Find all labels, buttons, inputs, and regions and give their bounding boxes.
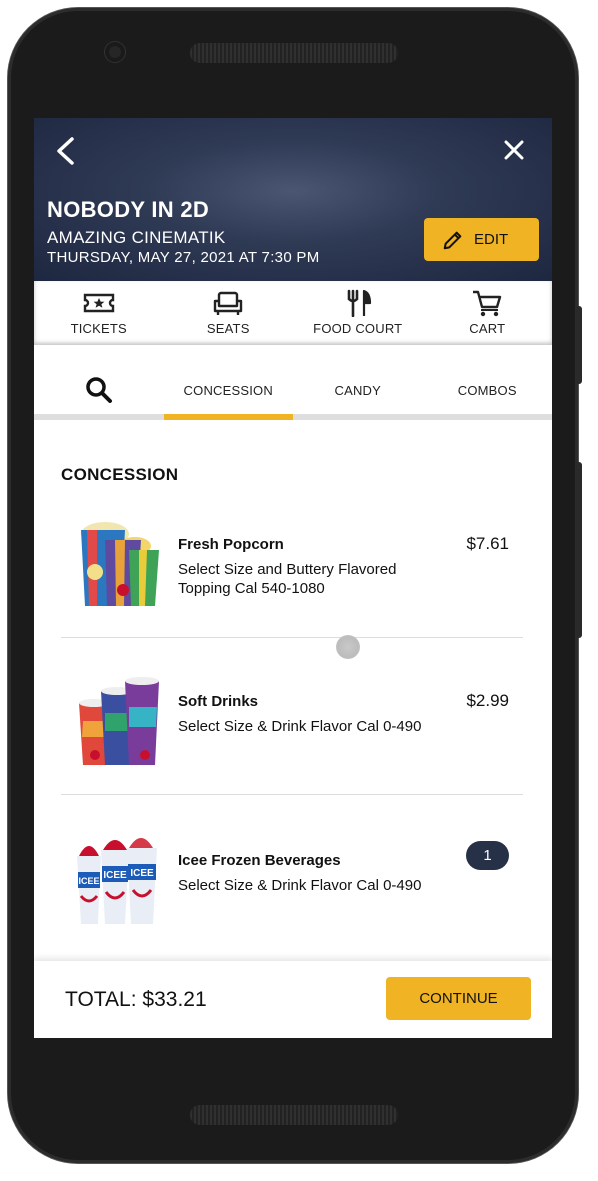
tab-combos[interactable]: COMBOS <box>423 360 553 420</box>
quantity-badge: 1 <box>466 841 509 870</box>
volume-button <box>576 462 582 638</box>
showtime: THURSDAY, MAY 27, 2021 AT 7:30 PM <box>47 249 320 266</box>
icee-image: ICEE ICEE ICEE <box>77 838 157 924</box>
sofa-icon <box>214 291 243 315</box>
item-name: Soft Drinks <box>178 693 259 710</box>
power-button <box>576 306 582 384</box>
chevron-left-icon[interactable] <box>52 136 78 166</box>
tab-search[interactable] <box>34 360 164 420</box>
menu-item-soft-drinks[interactable]: Soft Drinks Select Size & Drink Flavor C… <box>61 677 523 817</box>
step-label: TICKETS <box>70 321 127 336</box>
item-divider <box>61 794 523 795</box>
step-label: CART <box>469 321 506 336</box>
step-label: SEATS <box>206 321 250 336</box>
continue-button[interactable]: CONTINUE <box>386 977 531 1020</box>
item-price: $2.99 <box>466 691 509 710</box>
pencil-icon <box>443 231 462 249</box>
movie-title: NOBODY IN 2D <box>47 197 210 222</box>
edit-button[interactable]: EDIT <box>424 218 539 261</box>
step-tickets[interactable]: TICKETS <box>34 281 164 345</box>
item-divider <box>61 637 523 638</box>
popcorn-image <box>81 522 159 606</box>
menu-item-icee[interactable]: ICEE ICEE ICEE Icee Frozen Beverages Sel… <box>61 836 523 976</box>
category-tabs: CONCESSION CANDY COMBOS <box>34 360 552 420</box>
item-price: $7.61 <box>466 534 509 553</box>
earpiece-speaker <box>190 43 398 63</box>
step-seats[interactable]: SEATS <box>164 281 294 345</box>
step-cart[interactable]: CART <box>423 281 553 345</box>
front-camera <box>105 42 125 62</box>
item-description: Select Size & Drink Flavor Cal 0-490 <box>178 718 422 735</box>
item-name: Icee Frozen Beverages <box>178 852 341 869</box>
item-name: Fresh Popcorn <box>178 536 284 553</box>
section-title: CONCESSION <box>61 465 179 484</box>
item-description: Select Size and Buttery Flavored Topping… <box>178 561 397 597</box>
menu-item-popcorn[interactable]: Fresh Popcorn Select Size and Buttery Fl… <box>61 520 523 660</box>
bottom-speaker <box>190 1105 398 1125</box>
fork-knife-icon <box>347 289 371 317</box>
checkout-steps: TICKETS SEATS FOOD COURT CART <box>34 281 552 345</box>
app-screen: NOBODY IN 2D AMAZING CINEMATIK THURSDAY,… <box>34 118 552 1038</box>
search-icon <box>86 377 112 403</box>
soft-drinks-image <box>79 677 159 765</box>
cart-icon <box>473 290 502 317</box>
icee-label: ICEE <box>103 870 127 881</box>
icee-label: ICEE <box>78 876 99 886</box>
edit-label: EDIT <box>474 231 509 248</box>
theater-name: AMAZING CINEMATIK <box>47 228 226 247</box>
checkout-footer: TOTAL: $33.21 CONTINUE <box>34 961 552 1038</box>
movie-header: NOBODY IN 2D AMAZING CINEMATIK THURSDAY,… <box>34 118 552 281</box>
step-label: FOOD COURT <box>313 321 403 336</box>
tab-candy[interactable]: CANDY <box>293 360 423 420</box>
order-total: TOTAL: $33.21 <box>65 988 207 1011</box>
ticket-icon <box>83 293 114 313</box>
icee-label: ICEE <box>130 868 154 879</box>
tab-concession[interactable]: CONCESSION <box>163 360 294 420</box>
step-food-court[interactable]: FOOD COURT <box>293 281 423 345</box>
close-icon[interactable] <box>502 138 526 162</box>
touch-indicator <box>336 635 360 659</box>
item-description: Select Size & Drink Flavor Cal 0-490 <box>178 877 422 894</box>
